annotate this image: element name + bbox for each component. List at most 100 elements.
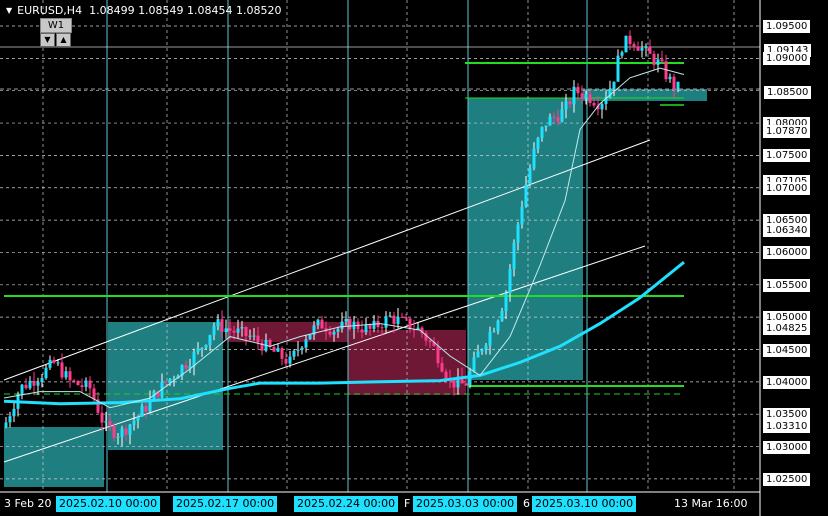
- candle-body: [480, 349, 484, 352]
- candle-body: [508, 269, 512, 294]
- candle-body: [556, 117, 560, 122]
- candle-body: [8, 416, 12, 423]
- scroll-down-icon[interactable]: ▼: [40, 33, 55, 47]
- candle-body: [540, 127, 544, 138]
- time-label: F: [404, 497, 411, 510]
- candle-body: [116, 436, 120, 438]
- candle-body: [216, 319, 220, 327]
- candle-body: [428, 340, 432, 343]
- candle-body: [100, 412, 104, 423]
- candle-body: [120, 428, 124, 437]
- time-label: 2025.03.03 00:00: [413, 496, 518, 512]
- candle-body: [196, 348, 200, 352]
- candle-body: [440, 363, 444, 372]
- price-label: 1.07500: [763, 149, 811, 163]
- time-label: 13 Mar 16:00: [674, 497, 748, 510]
- time-label: 2025.02.17 00:00: [173, 496, 278, 512]
- candle-body: [52, 359, 56, 363]
- candle-body: [404, 317, 408, 319]
- candle-body: [80, 385, 84, 387]
- candle-body: [132, 420, 136, 425]
- candle-body: [552, 116, 556, 118]
- candle-body: [488, 331, 492, 346]
- candle-body: [468, 371, 472, 386]
- candle-body: [292, 350, 296, 357]
- timeframe-button[interactable]: W1: [40, 18, 72, 33]
- candle-body: [464, 383, 468, 386]
- candle-body: [532, 148, 536, 169]
- candle-body: [76, 380, 80, 386]
- candle-body: [328, 331, 332, 335]
- candle-body: [676, 81, 680, 90]
- candle-body: [368, 324, 372, 329]
- candle-body: [652, 53, 656, 65]
- candle-body: [140, 405, 144, 417]
- candle-body: [24, 384, 28, 389]
- candle-body: [236, 328, 240, 333]
- candle-body: [392, 315, 396, 324]
- candle-body: [232, 330, 236, 333]
- candle-body: [636, 46, 640, 51]
- candle-body: [276, 348, 280, 352]
- candle-body: [544, 125, 548, 128]
- candle-body: [168, 378, 172, 383]
- candle-body: [452, 379, 456, 388]
- candle-body: [388, 315, 392, 317]
- candle-body: [628, 35, 632, 45]
- candle-body: [496, 320, 500, 332]
- candle-body: [372, 320, 376, 329]
- candle-body: [144, 405, 148, 412]
- price-label: 1.04000: [763, 375, 811, 389]
- teal-box-3: [468, 98, 583, 380]
- ohlc-values: 1.08499 1.08549 1.08454 1.08520: [89, 4, 282, 17]
- candle-body: [280, 348, 284, 359]
- candle-body: [668, 76, 672, 80]
- candle-body: [244, 326, 248, 337]
- candle-body: [568, 101, 572, 105]
- candle-body: [436, 345, 440, 364]
- scroll-up-icon[interactable]: ▲: [56, 33, 71, 47]
- candle-body: [184, 365, 188, 369]
- candle-body: [560, 109, 564, 122]
- candle-body: [644, 46, 648, 48]
- dropdown-triangle-icon[interactable]: ▼: [6, 6, 12, 15]
- candle-body: [256, 335, 260, 343]
- candle-body: [484, 345, 488, 350]
- time-label: 3 Feb 20: [4, 497, 52, 510]
- candle-body: [584, 94, 588, 99]
- candle-body: [472, 357, 476, 372]
- candle-body: [320, 319, 324, 329]
- candle-body: [44, 367, 48, 379]
- candle-body: [56, 362, 60, 364]
- candle-body: [616, 55, 620, 82]
- candle-body: [284, 358, 288, 364]
- candle-body: [624, 35, 628, 53]
- candle-body: [12, 408, 16, 417]
- candle-body: [492, 331, 496, 333]
- candle-body: [272, 346, 276, 352]
- price-label: 1.03000: [763, 440, 811, 454]
- candle-body: [128, 424, 132, 435]
- candle-body: [252, 335, 256, 337]
- candle-body: [528, 168, 532, 185]
- time-label: 6: [523, 497, 530, 510]
- candle-body: [396, 316, 400, 324]
- candle-body: [588, 94, 592, 103]
- price-label: 1.03500: [763, 408, 811, 422]
- price-label: 1.06000: [763, 246, 811, 260]
- candle-body: [28, 380, 32, 389]
- candle-body: [632, 44, 636, 47]
- price-chart[interactable]: [0, 0, 828, 516]
- candle-body: [348, 318, 352, 330]
- time-label: 2025.03.10 00:00: [532, 496, 637, 512]
- candle-body: [240, 326, 244, 329]
- candle-body: [164, 381, 168, 383]
- candle-body: [112, 425, 116, 438]
- candle-body: [332, 331, 336, 335]
- candle-body: [408, 318, 412, 330]
- candle-body: [500, 311, 504, 321]
- candle-body: [208, 335, 212, 346]
- candle-body: [32, 380, 36, 386]
- candle-body: [364, 324, 368, 333]
- price-label: 1.04500: [763, 343, 811, 357]
